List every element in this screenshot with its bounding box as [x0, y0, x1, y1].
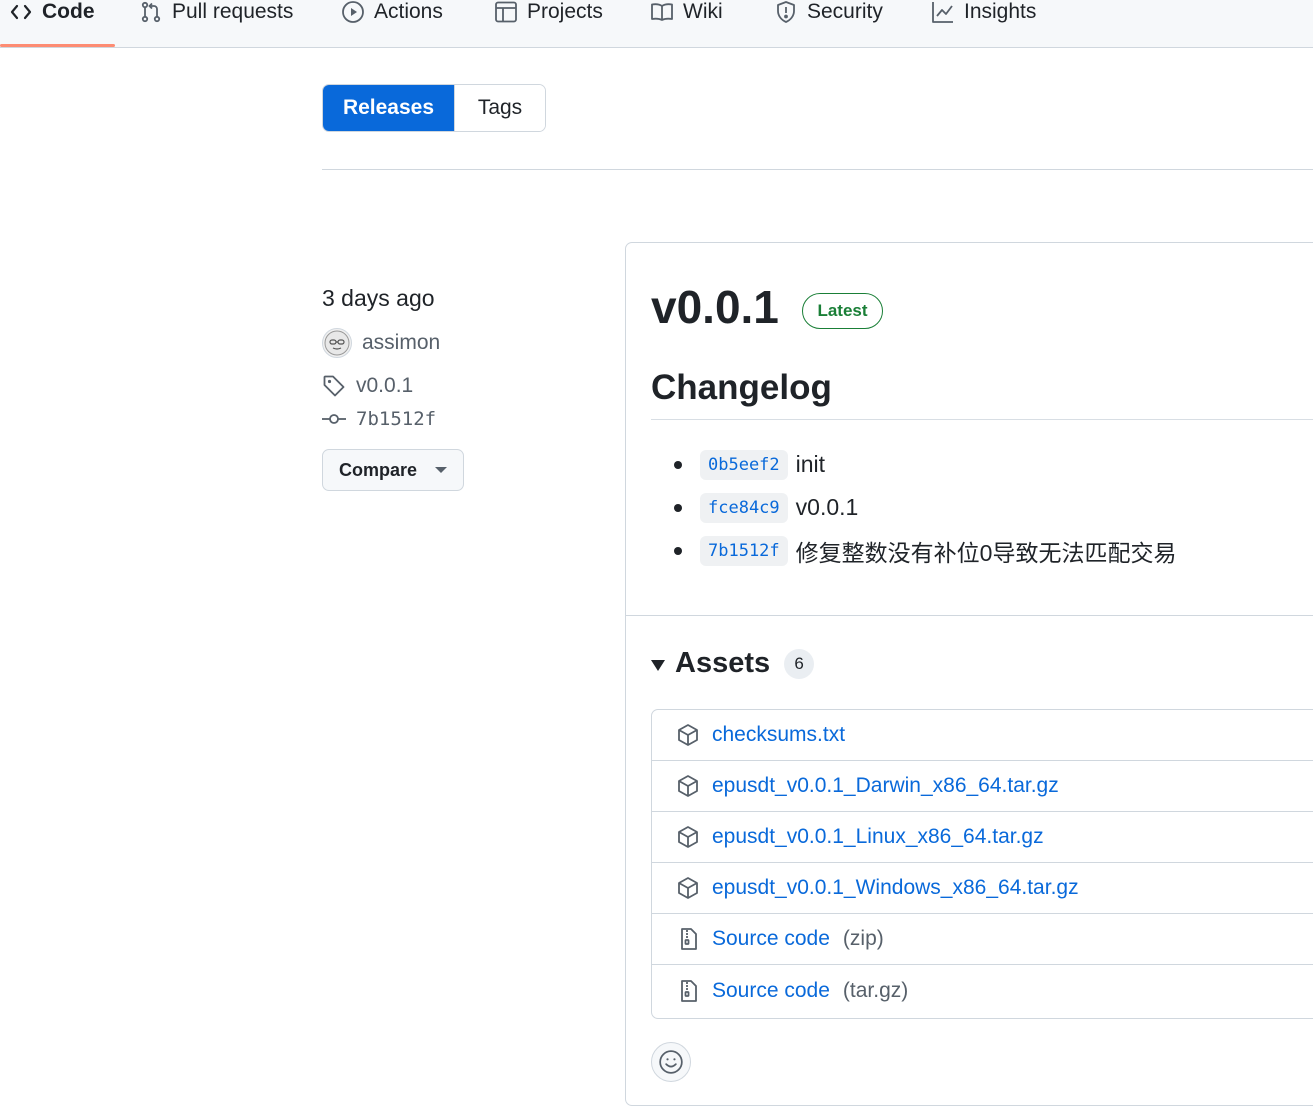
- package-icon: [678, 775, 698, 797]
- commit-message: init: [795, 451, 826, 477]
- asset-link[interactable]: Source code: [712, 927, 830, 951]
- bullet: [674, 461, 682, 469]
- compare-button[interactable]: Compare: [322, 449, 464, 491]
- tags-button[interactable]: Tags: [454, 85, 545, 131]
- graph-icon: [932, 2, 953, 23]
- changelog-divider: [651, 419, 1313, 420]
- tab-projects-label: Projects: [527, 0, 603, 23]
- tab-actions-label: Actions: [374, 0, 443, 23]
- package-icon: [678, 877, 698, 899]
- book-icon: [651, 3, 673, 21]
- tab-wiki[interactable]: Wiki: [650, 0, 723, 47]
- release-meta: 3 days ago assimon v0.0.1 7b1512f Compar…: [322, 282, 582, 491]
- avatar[interactable]: [322, 328, 352, 358]
- latest-badge: Latest: [802, 293, 883, 329]
- assets-toggle[interactable]: Assets 6: [651, 647, 815, 680]
- repo-nav: Code Pull requests Actions Projects Wiki…: [0, 0, 1313, 48]
- chevron-down-icon: [435, 467, 448, 473]
- tab-insights[interactable]: Insights: [931, 0, 1036, 47]
- release-author[interactable]: assimon: [322, 327, 582, 359]
- file-zip-icon: [681, 979, 697, 1002]
- assets-count-badge: 6: [784, 648, 815, 679]
- code-icon: [10, 4, 32, 20]
- asset-row: epusdt_v0.0.1_Windows_x86_64.tar.gz: [652, 863, 1313, 914]
- releases-tags-toggle: Releases Tags: [322, 84, 546, 132]
- selected-tab-underline: [0, 44, 115, 47]
- section-divider: [322, 169, 1313, 170]
- add-reaction-button[interactable]: [651, 1042, 691, 1082]
- tab-security[interactable]: Security: [774, 0, 883, 47]
- release-card: v0.0.1 Latest Changelog 0b5eef2 init fce…: [625, 242, 1313, 1106]
- play-icon: [342, 1, 364, 23]
- assets-list: checksums.txt epusdt_v0.0.1_Darwin_x86_6…: [651, 709, 1313, 1019]
- tag-name: v0.0.1: [356, 374, 414, 397]
- asset-link[interactable]: epusdt_v0.0.1_Darwin_x86_64.tar.gz: [712, 774, 1059, 798]
- commit-sha-link[interactable]: 7b1512f: [700, 535, 788, 566]
- file-zip-icon: [681, 928, 697, 950]
- tab-pull-requests[interactable]: Pull requests: [139, 0, 293, 47]
- release-title[interactable]: v0.0.1: [651, 279, 779, 335]
- release-tag[interactable]: v0.0.1: [322, 371, 582, 401]
- tab-wiki-label: Wiki: [683, 0, 723, 23]
- triangle-down-icon: [651, 660, 665, 671]
- commit-message: v0.0.1: [795, 494, 859, 520]
- tab-actions[interactable]: Actions: [341, 0, 443, 47]
- card-divider: [626, 615, 1313, 616]
- changelog-item: 7b1512f 修复整数没有补位0导致无法匹配交易: [651, 529, 1311, 572]
- author-name[interactable]: assimon: [362, 331, 440, 355]
- changelog-item: fce84c9 v0.0.1: [651, 486, 1311, 529]
- tab-insights-label: Insights: [964, 0, 1037, 23]
- tab-projects[interactable]: Projects: [494, 0, 603, 47]
- asset-row: Source code (zip): [652, 914, 1313, 965]
- commit-sha-link[interactable]: fce84c9: [700, 492, 788, 523]
- asset-row: epusdt_v0.0.1_Linux_x86_64.tar.gz: [652, 812, 1313, 863]
- release-commit[interactable]: 7b1512f: [322, 405, 582, 433]
- tab-code[interactable]: Code: [9, 0, 95, 47]
- asset-link[interactable]: epusdt_v0.0.1_Linux_x86_64.tar.gz: [712, 825, 1044, 849]
- tab-code-label: Code: [42, 0, 95, 23]
- shield-icon: [777, 1, 795, 23]
- avatar-icon: [324, 330, 350, 356]
- changelog-list: 0b5eef2 init fce84c9 v0.0.1 7b1512f 修复整数…: [651, 443, 1311, 572]
- tab-pull-requests-label: Pull requests: [172, 0, 294, 23]
- commit-message: 修复整数没有补位0导致无法匹配交易: [795, 539, 1177, 566]
- tag-icon: [323, 375, 345, 397]
- asset-link[interactable]: epusdt_v0.0.1_Windows_x86_64.tar.gz: [712, 876, 1079, 900]
- package-icon: [678, 826, 698, 848]
- package-icon: [678, 724, 698, 746]
- commit-sha-link[interactable]: 0b5eef2: [700, 449, 788, 480]
- asset-link[interactable]: checksums.txt: [712, 723, 845, 747]
- release-date[interactable]: 3 days ago: [322, 282, 582, 314]
- smiley-icon: [659, 1050, 683, 1074]
- changelog-heading: Changelog: [651, 368, 832, 407]
- asset-row: Source code (tar.gz): [652, 965, 1313, 1016]
- asset-row: checksums.txt: [652, 710, 1313, 761]
- asset-format: (tar.gz): [842, 978, 909, 1002]
- commit-icon: [322, 414, 346, 424]
- asset-row: epusdt_v0.0.1_Darwin_x86_64.tar.gz: [652, 761, 1313, 812]
- bullet: [674, 504, 682, 512]
- releases-button[interactable]: Releases: [323, 85, 454, 131]
- pull-request-icon: [141, 1, 161, 23]
- tab-security-label: Security: [807, 0, 883, 23]
- changelog-item: 0b5eef2 init: [651, 443, 1311, 486]
- assets-heading: Assets: [675, 647, 771, 679]
- table-icon: [495, 1, 517, 23]
- asset-link[interactable]: Source code: [712, 979, 830, 1003]
- compare-label: Compare: [338, 459, 418, 480]
- asset-format: (zip): [842, 927, 884, 950]
- commit-sha: 7b1512f: [356, 408, 437, 430]
- bullet: [674, 547, 682, 555]
